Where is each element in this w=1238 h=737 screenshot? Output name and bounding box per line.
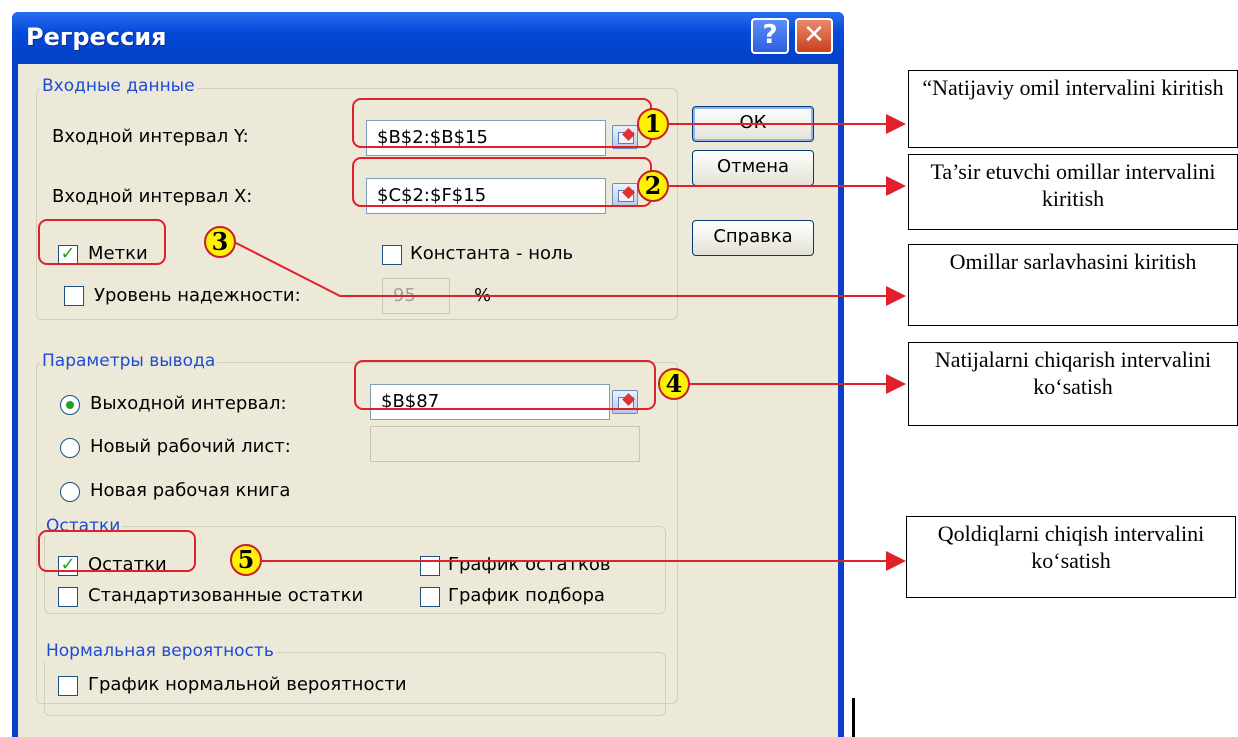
marker-5: 5 [230, 544, 262, 576]
marker-1: 1 [637, 108, 669, 140]
note-2: Ta’sir etuvchi omillar intervalini kirit… [908, 154, 1238, 230]
marker-3: 3 [204, 226, 236, 258]
marker-4: 4 [658, 368, 690, 400]
marker-2: 2 [637, 170, 669, 202]
note-1: “Natijaviy omil intervalini kiritish [908, 70, 1238, 148]
note-5: Qoldiqlarni chiqish intervalini ko‘satis… [906, 516, 1236, 598]
note-4: Natijalarni chiqarish intervalini ko‘sat… [908, 342, 1238, 426]
note-3: Omillar sarlavhasini kiritish [908, 244, 1238, 326]
